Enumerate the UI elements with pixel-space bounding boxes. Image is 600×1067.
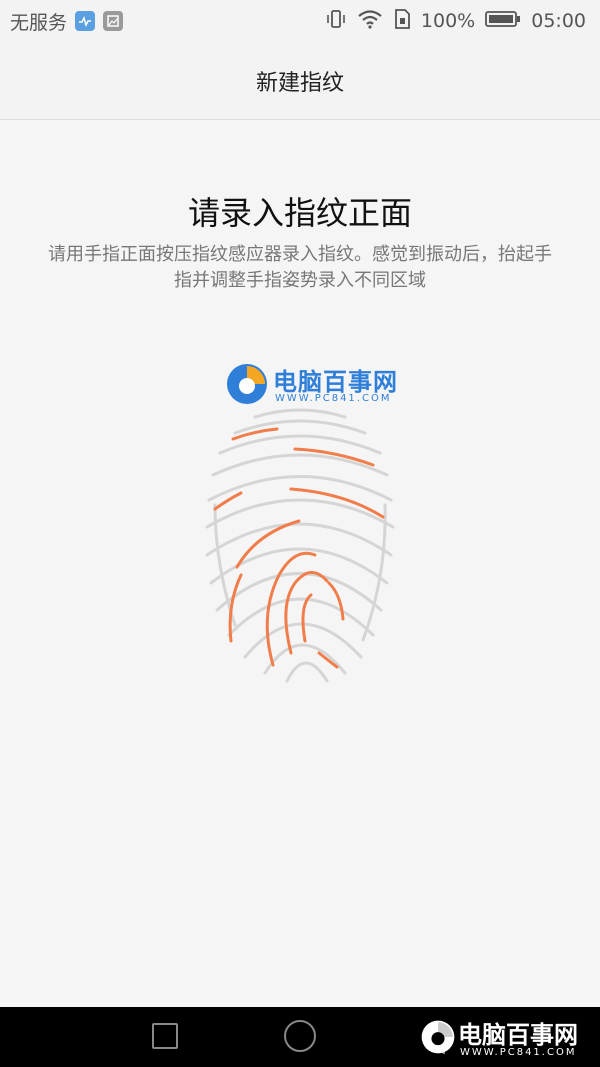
watermark-logo: 电脑百事网 WWW.PC841.COM [225, 360, 425, 408]
corner-watermark: 电脑百事网 WWW.PC841.COM [418, 1007, 600, 1067]
fingerprint-icon [205, 408, 395, 683]
status-bar-right: 100% 05:00 [325, 8, 586, 34]
home-button[interactable] [284, 1020, 316, 1052]
vibrate-icon [325, 8, 347, 34]
recent-apps-button[interactable] [152, 1023, 178, 1049]
corner-watermark-name: 电脑百事网 [458, 1021, 578, 1049]
corner-logo-icon [421, 1020, 455, 1054]
health-app-icon [75, 11, 96, 31]
enroll-description: 请用手指正面按压指纹感应器录入指纹。感觉到振动后，抬起手指并调整手指姿势录入不同… [48, 244, 552, 291]
logo-icon [227, 364, 267, 404]
corner-watermark-url: WWW.PC841.COM [460, 1047, 577, 1058]
wifi-icon [357, 8, 383, 34]
app-bar: 新建指纹 [0, 42, 600, 120]
enroll-heading: 请录入指纹正面 [187, 194, 412, 232]
logo-url: WWW.PC841.COM [275, 393, 392, 404]
gallery-app-icon [103, 11, 124, 31]
battery-icon [485, 9, 521, 33]
carrier-label: 无服务 [10, 11, 68, 34]
page-title: 新建指纹 [255, 70, 344, 96]
sim-icon [393, 8, 411, 34]
clock: 05:00 [531, 10, 586, 32]
status-bar: 无服务 100% 05:00 [0, 0, 600, 42]
battery-percent: 100% [420, 10, 476, 32]
status-bar-left: 无服务 [10, 8, 124, 35]
logo-name: 电脑百事网 [273, 368, 398, 396]
